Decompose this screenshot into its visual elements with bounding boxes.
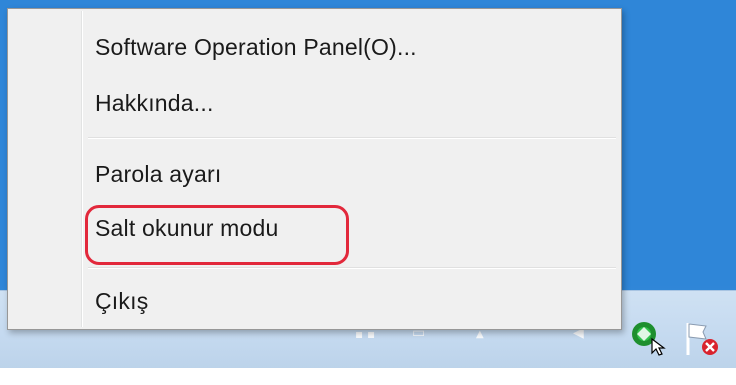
context-menu: Software Operation Panel(O)... Hakkında.… <box>7 8 622 330</box>
menu-item-read-only-mode[interactable]: Salt okunur modu <box>10 208 619 248</box>
menu-item-label: Hakkında... <box>95 90 214 116</box>
menu-separator <box>88 267 616 269</box>
menu-separator <box>88 137 616 139</box>
page-bottom-margin <box>0 368 736 385</box>
menu-item-label: Çıkış <box>95 288 149 314</box>
action-center-flag-icon[interactable] <box>682 319 722 359</box>
scanner-app-icon[interactable] <box>628 317 668 357</box>
menu-item-software-operation-panel[interactable]: Software Operation Panel(O)... <box>10 27 619 67</box>
menu-item-exit[interactable]: Çıkış <box>10 281 619 321</box>
show-hidden-icons-arrow[interactable]: ▲ <box>476 329 484 340</box>
menu-item-password-settings[interactable]: Parola ayarı <box>10 154 619 194</box>
menu-item-label: Salt okunur modu <box>95 215 279 241</box>
menu-item-label: Parola ayarı <box>95 161 222 187</box>
menu-item-label: Software Operation Panel(O)... <box>95 34 417 60</box>
menu-item-about[interactable]: Hakkında... <box>10 83 619 123</box>
